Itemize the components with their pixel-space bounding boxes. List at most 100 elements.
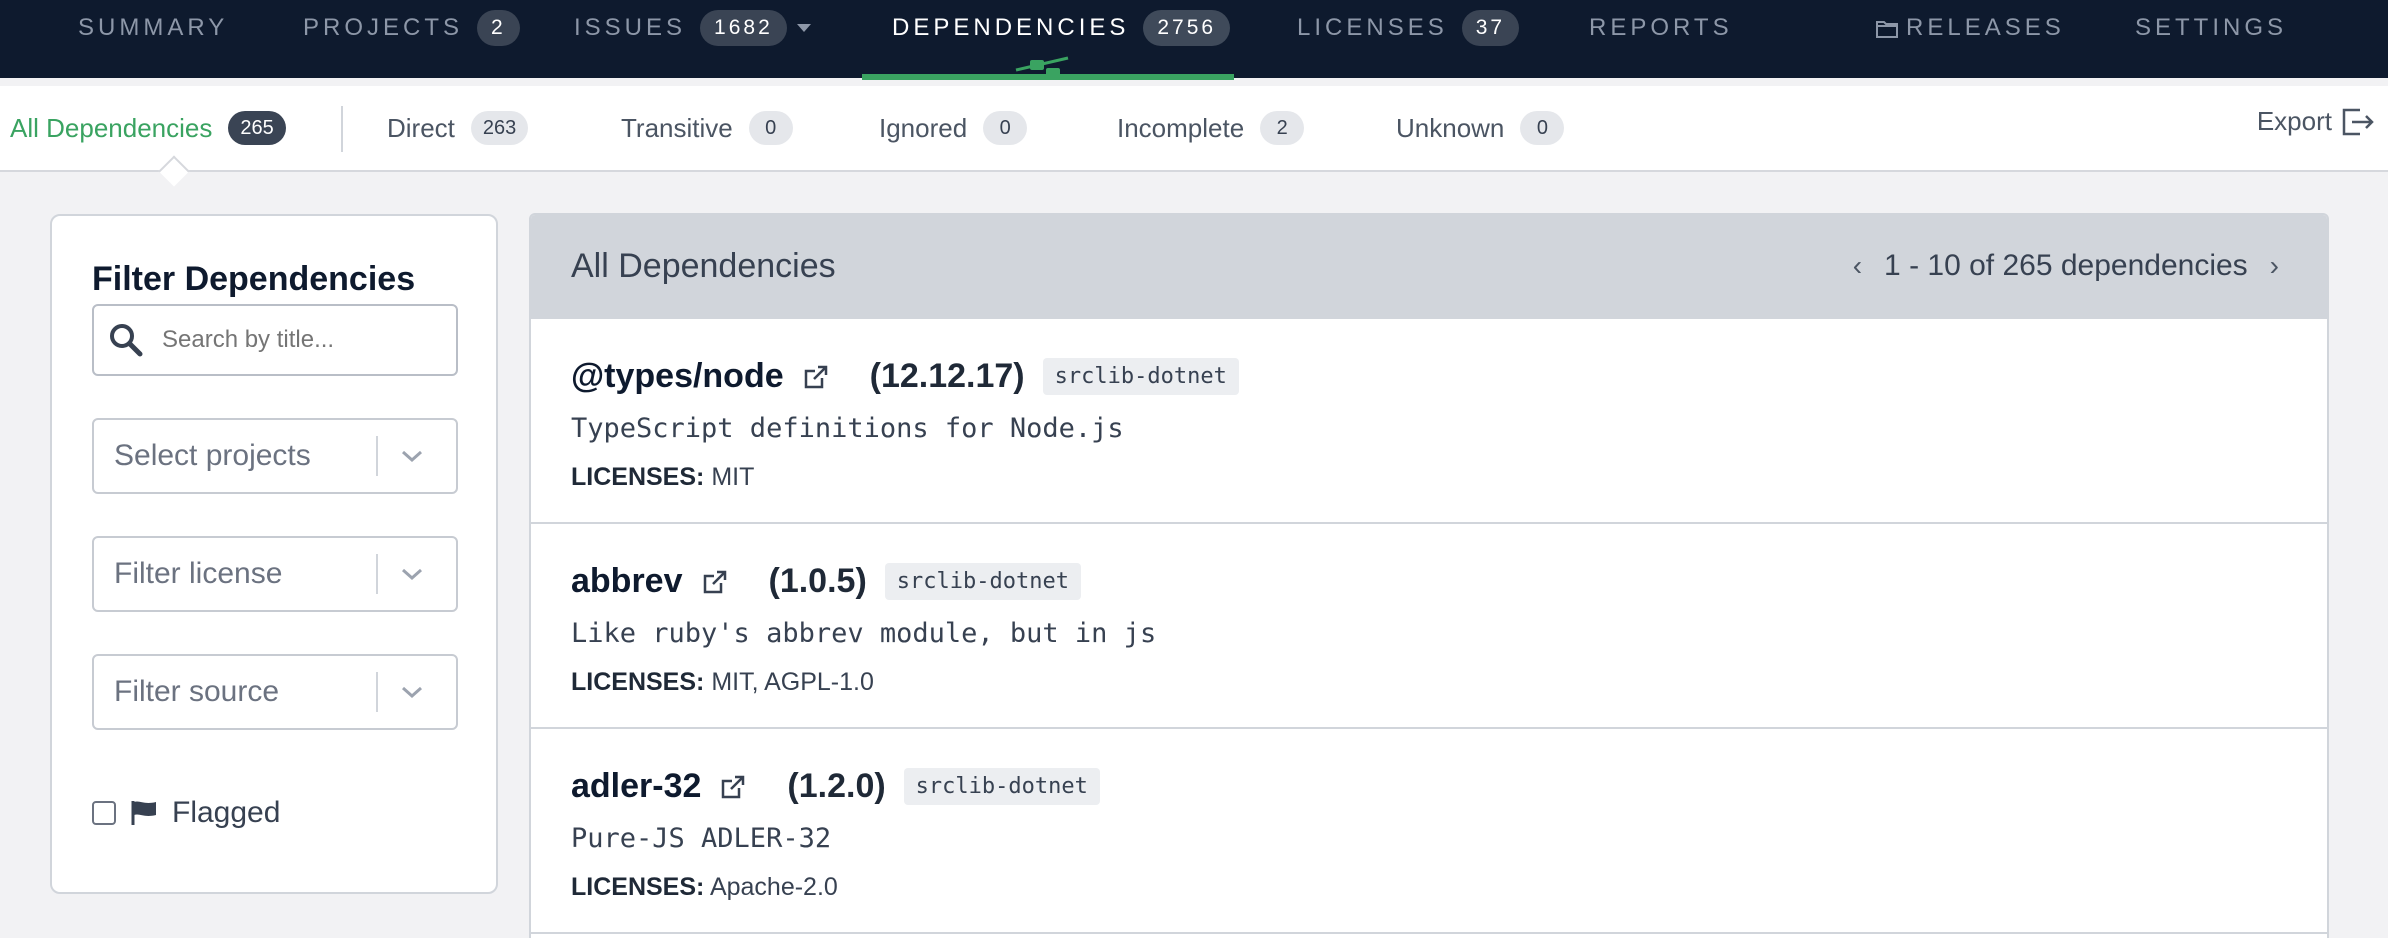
nav-dependencies[interactable]: DEPENDENCIES 2756 [892, 0, 1231, 56]
dependency-name[interactable]: adler-32 [571, 767, 701, 806]
filter-license-placeholder: Filter license [114, 557, 283, 590]
nav-summary[interactable]: SUMMARY [78, 0, 228, 56]
nav-settings[interactable]: SETTINGS [2135, 0, 2287, 56]
filter-license-dropdown[interactable]: Filter license [92, 536, 458, 612]
dropdown-separator [376, 554, 378, 594]
nav-summary-label: SUMMARY [78, 14, 229, 41]
flagged-checkbox[interactable] [92, 801, 116, 825]
export-button[interactable]: Export [2257, 106, 2374, 137]
tab-ignored-label: Ignored [879, 112, 968, 143]
dependency-version: (1.0.5) [768, 562, 867, 600]
external-link-icon[interactable] [719, 773, 747, 801]
external-link-icon[interactable] [802, 363, 830, 391]
nav-reports[interactable]: REPORTS [1589, 0, 1733, 56]
tab-direct[interactable]: Direct 263 [387, 108, 529, 148]
flagged-filter: Flagged [92, 796, 280, 830]
nav-releases-label: RELEASES [1906, 14, 2065, 41]
dependency-licenses: LICENSES: Apache-2.0 [571, 873, 838, 902]
dependency-name[interactable]: @types/node [571, 357, 784, 396]
filter-source-placeholder: Filter source [114, 675, 280, 708]
tab-divider [341, 106, 343, 152]
nav-licenses-count: 37 [1461, 10, 1520, 46]
top-navigation: SUMMARY PROJECTS 2 ISSUES 1682 DEPENDENC… [0, 0, 2388, 80]
flagged-label: Flagged [172, 796, 281, 829]
licenses-value: MIT, AGPL-1.0 [711, 668, 874, 696]
dependency-version: (12.12.17) [869, 357, 1025, 395]
nav-issues[interactable]: ISSUES 1682 [574, 0, 811, 56]
external-link-icon[interactable] [701, 568, 729, 596]
tab-transitive[interactable]: Transitive 0 [621, 108, 793, 148]
nav-dependencies-count: 2756 [1143, 10, 1231, 46]
nav-dependencies-label: DEPENDENCIES [892, 14, 1130, 41]
chevron-down-icon [402, 568, 422, 581]
tab-unknown[interactable]: Unknown 0 [1396, 108, 1565, 148]
search-box[interactable] [92, 304, 458, 376]
filter-title: Filter Dependencies [92, 260, 416, 298]
tab-direct-count: 263 [470, 111, 529, 145]
licenses-label: LICENSES: [571, 668, 705, 696]
tab-direct-label: Direct [387, 112, 455, 143]
nav-licenses[interactable]: LICENSES 37 [1297, 0, 1520, 56]
dependency-description: Like ruby's abbrev module, but in js [571, 618, 1157, 649]
nav-releases[interactable]: RELEASES [1876, 0, 2065, 56]
nav-projects-count: 2 [477, 10, 520, 46]
dependency-list-panel: All Dependencies ‹ 1 - 10 of 265 depende… [529, 213, 2329, 938]
tab-ignored-count: 0 [983, 111, 1028, 145]
source-tag: srclib-dotnet [884, 563, 1081, 600]
nav-reports-label: REPORTS [1589, 14, 1733, 41]
chevron-left-icon[interactable]: ‹ [1853, 250, 1862, 282]
licenses-label: LICENSES: [571, 463, 705, 491]
tab-transitive-label: Transitive [621, 112, 733, 143]
dependency-licenses: LICENSES: MIT [571, 463, 754, 492]
search-input[interactable] [162, 326, 422, 354]
tab-all-dependencies[interactable]: All Dependencies 265 [10, 108, 286, 148]
list-item[interactable]: abbrev (1.0.5) srclib-dotnet Like ruby's… [531, 524, 2327, 729]
licenses-value: MIT [711, 463, 755, 491]
list-item[interactable]: @types/node (12.12.17) srclib-dotnet Typ… [531, 319, 2327, 524]
pagination-text: 1 - 10 of 265 dependencies [1884, 249, 2248, 282]
dependency-licenses: LICENSES: MIT, AGPL-1.0 [571, 668, 874, 697]
chevron-down-icon [402, 450, 422, 463]
dependency-version: (1.2.0) [787, 767, 886, 805]
chevron-down-icon [402, 686, 422, 699]
list-title: All Dependencies [571, 247, 836, 285]
dependency-description: Pure-JS ADLER-32 [571, 823, 832, 854]
tab-all-label: All Dependencies [10, 112, 213, 143]
licenses-label: LICENSES: [571, 873, 705, 901]
dependency-name[interactable]: abbrev [571, 562, 683, 601]
dropdown-separator [376, 436, 378, 476]
licenses-value: Apache-2.0 [709, 873, 838, 901]
export-icon [2342, 108, 2374, 135]
search-icon [110, 324, 143, 357]
nav-projects[interactable]: PROJECTS 2 [303, 0, 520, 56]
tab-incomplete-label: Incomplete [1117, 112, 1245, 143]
list-header: All Dependencies ‹ 1 - 10 of 265 depende… [531, 215, 2327, 319]
tab-unknown-label: Unknown [1396, 112, 1505, 143]
dependency-description: TypeScript definitions for Node.js [571, 413, 1124, 444]
chevron-right-icon[interactable]: › [2270, 250, 2279, 282]
nav-issues-label: ISSUES [574, 14, 687, 41]
select-projects-placeholder: Select projects [114, 439, 311, 472]
folder-icon [1876, 21, 1898, 38]
tab-incomplete[interactable]: Incomplete 2 [1117, 108, 1305, 148]
nav-issues-count: 1682 [700, 10, 787, 46]
nav-projects-label: PROJECTS [303, 14, 464, 41]
dropdown-separator [376, 672, 378, 712]
source-tag: srclib-dotnet [1042, 358, 1239, 395]
nav-licenses-label: LICENSES [1297, 14, 1448, 41]
nav-settings-label: SETTINGS [2135, 14, 2288, 41]
source-tag: srclib-dotnet [903, 768, 1100, 805]
filter-panel: Filter Dependencies Select projects Filt… [50, 214, 498, 894]
export-label: Export [2256, 106, 2332, 136]
pagination: ‹ 1 - 10 of 265 dependencies › [1853, 249, 2279, 283]
tab-ignored[interactable]: Ignored 0 [879, 108, 1028, 148]
tab-incomplete-count: 2 [1260, 111, 1305, 145]
active-tab-indicator [862, 74, 1234, 80]
tab-all-count: 265 [228, 111, 286, 145]
flag-icon [131, 801, 156, 825]
filter-source-dropdown[interactable]: Filter source [92, 654, 458, 730]
chevron-down-icon [796, 24, 811, 32]
tab-transitive-count: 0 [748, 111, 793, 145]
select-projects-dropdown[interactable]: Select projects [92, 418, 458, 494]
list-item[interactable]: adler-32 (1.2.0) srclib-dotnet Pure-JS A… [531, 729, 2327, 934]
